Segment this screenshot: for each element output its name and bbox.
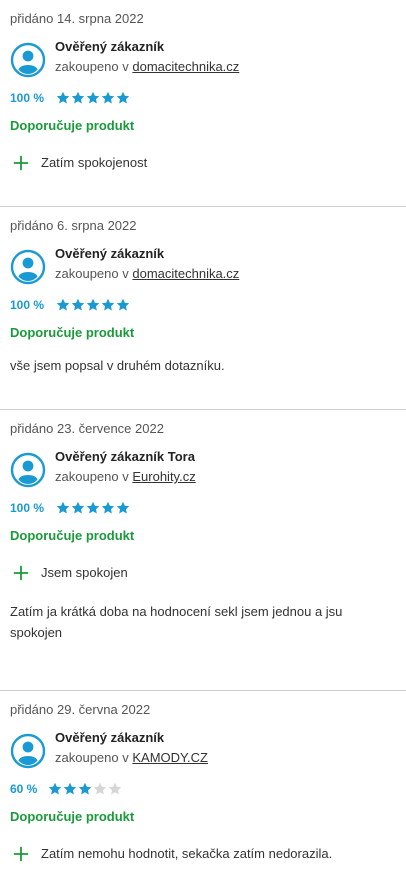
reviews-list: přidáno 14. srpna 2022 Ověřený zákazník … <box>0 0 406 895</box>
review: přidáno 6. srpna 2022 Ověřený zákazník z… <box>0 207 406 409</box>
review-author: Ověřený zákazník zakoupeno v domacitechn… <box>10 37 396 78</box>
author-name: Ověřený zákazník Tora <box>55 449 195 464</box>
star-rating <box>56 298 130 312</box>
rating-percent: 60 % <box>10 782 38 796</box>
star-rating <box>48 782 122 796</box>
review-date: přidáno 14. srpna 2022 <box>10 11 144 26</box>
star-rating <box>56 91 130 105</box>
recommend-label: Doporučuje produkt <box>10 809 135 824</box>
star-empty-icon <box>93 782 107 795</box>
star-filled-icon <box>56 298 70 311</box>
purchased-prefix: zakoupeno v <box>55 469 129 484</box>
purchased-info: zakoupeno v domacitechnika.cz <box>55 59 239 75</box>
pro-item: Zatím spokojenost <box>10 155 396 171</box>
rating: 60 % <box>10 782 396 796</box>
review-date: přidáno 6. srpna 2022 <box>10 218 137 233</box>
purchased-info: zakoupeno v domacitechnika.cz <box>55 266 239 282</box>
purchased-prefix: zakoupeno v <box>55 750 129 765</box>
plus-icon <box>13 565 29 581</box>
review: přidáno 23. července 2022 Ověřený zákazn… <box>0 410 406 690</box>
star-filled-icon <box>71 91 85 104</box>
star-filled-icon <box>78 782 92 795</box>
store-link[interactable]: domacitechnika.cz <box>132 59 239 74</box>
star-filled-icon <box>86 501 100 514</box>
rating-percent: 100 % <box>10 298 45 312</box>
pro-text: Zatím spokojenost <box>41 155 148 170</box>
pro-text: Zatím nemohu hodnotit, sekačka zatím ned… <box>41 846 333 861</box>
star-filled-icon <box>71 501 85 514</box>
star-filled-icon <box>86 91 100 104</box>
star-empty-icon <box>108 782 122 795</box>
rating: 100 % <box>10 298 396 312</box>
author-name: Ověřený zákazník <box>55 730 165 745</box>
star-filled-icon <box>71 298 85 311</box>
user-avatar-icon <box>10 452 46 488</box>
review-author: Ověřený zákazník zakoupeno v domacitechn… <box>10 244 396 285</box>
review-author: Ověřený zákazník zakoupeno v KAMODY.CZ <box>10 728 396 769</box>
store-link[interactable]: Eurohity.cz <box>132 469 195 484</box>
star-filled-icon <box>101 91 115 104</box>
recommend-label: Doporučuje produkt <box>10 325 135 340</box>
pro-text: Jsem spokojen <box>41 565 128 580</box>
star-filled-icon <box>116 91 130 104</box>
star-rating <box>56 501 130 515</box>
user-avatar-icon <box>10 42 46 78</box>
recommend-label: Doporučuje produkt <box>10 118 135 133</box>
pro-item: Zatím nemohu hodnotit, sekačka zatím ned… <box>10 846 396 862</box>
purchased-info: zakoupeno v KAMODY.CZ <box>55 750 208 766</box>
review: přidáno 29. června 2022 Ověřený zákazník… <box>0 691 406 895</box>
author-name: Ověřený zákazník <box>55 246 165 261</box>
rating: 100 % <box>10 501 396 515</box>
star-filled-icon <box>116 298 130 311</box>
rating-percent: 100 % <box>10 91 45 105</box>
review-date: přidáno 23. července 2022 <box>10 421 164 436</box>
store-link[interactable]: domacitechnika.cz <box>132 266 239 281</box>
review-text: Zatím ja krátká doba na hodnocení sekl j… <box>10 604 343 640</box>
star-filled-icon <box>63 782 77 795</box>
review-date: přidáno 29. června 2022 <box>10 702 151 717</box>
plus-icon <box>13 155 29 171</box>
review-author: Ověřený zákazník Tora zakoupeno v Eurohi… <box>10 447 396 488</box>
author-name: Ověřený zákazník <box>55 39 165 54</box>
star-filled-icon <box>56 501 70 514</box>
star-filled-icon <box>86 298 100 311</box>
rating-percent: 100 % <box>10 501 45 515</box>
plus-icon <box>13 846 29 862</box>
purchased-prefix: zakoupeno v <box>55 266 129 281</box>
star-filled-icon <box>56 91 70 104</box>
user-avatar-icon <box>10 249 46 285</box>
purchased-prefix: zakoupeno v <box>55 59 129 74</box>
user-avatar-icon <box>10 733 46 769</box>
store-link[interactable]: KAMODY.CZ <box>132 750 208 765</box>
star-filled-icon <box>116 501 130 514</box>
star-filled-icon <box>101 298 115 311</box>
review: přidáno 14. srpna 2022 Ověřený zákazník … <box>0 0 406 206</box>
star-filled-icon <box>48 782 62 795</box>
recommend-label: Doporučuje produkt <box>10 528 135 543</box>
review-text: vše jsem popsal v druhém dotazníku. <box>10 358 225 373</box>
star-filled-icon <box>101 501 115 514</box>
rating: 100 % <box>10 91 396 105</box>
purchased-info: zakoupeno v Eurohity.cz <box>55 469 196 485</box>
pro-item: Jsem spokojen <box>10 565 396 581</box>
